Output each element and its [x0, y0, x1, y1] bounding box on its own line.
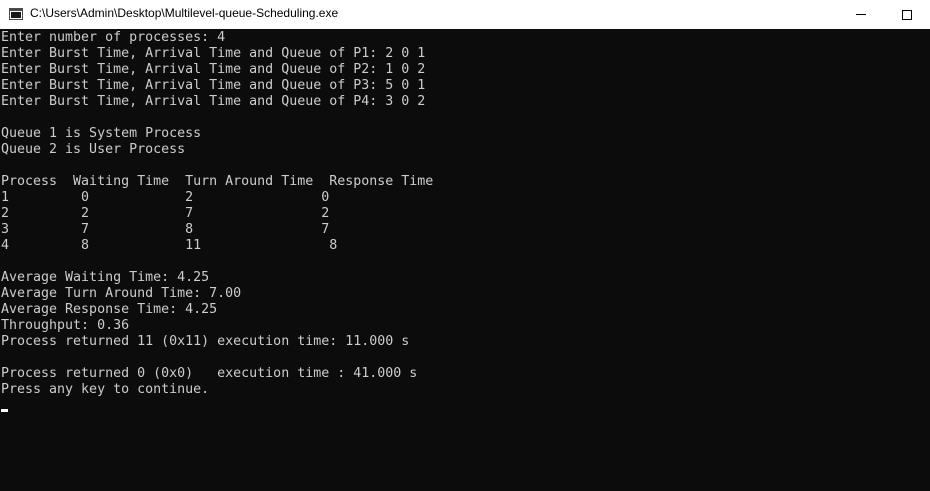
- console-line: Enter number of processes: 4: [1, 30, 226, 45]
- console-line: Throughput: 0.36: [1, 318, 130, 333]
- console-output[interactable]: Enter number of processes: 4 Enter Burst …: [0, 29, 930, 491]
- console-line: 4 8 11 8: [1, 238, 338, 253]
- console-line: Process Waiting Time Turn Around Time Re…: [1, 174, 434, 189]
- maximize-icon: [902, 9, 912, 20]
- console-line: 2 2 7 2: [1, 206, 330, 221]
- console-line: Process returned 11 (0x11) execution tim…: [1, 334, 410, 349]
- console-line: Average Waiting Time: 4.25: [1, 270, 210, 285]
- maximize-button[interactable]: [884, 0, 930, 29]
- console-line: Process returned 0 (0x0) execution time …: [1, 366, 418, 381]
- console-line: Enter Burst Time, Arrival Time and Queue…: [1, 46, 426, 61]
- window-title: C:\Users\Admin\Desktop\Multilevel-queue-…: [30, 6, 339, 20]
- console-window: C:\Users\Admin\Desktop\Multilevel-queue-…: [0, 0, 930, 491]
- minimize-button[interactable]: [838, 0, 884, 29]
- console-app-icon: [9, 8, 23, 20]
- title-bar[interactable]: C:\Users\Admin\Desktop\Multilevel-queue-…: [0, 0, 930, 29]
- console-line: Queue 2 is User Process: [1, 142, 186, 157]
- console-line: 3 7 8 7: [1, 222, 330, 237]
- console-line: Enter Burst Time, Arrival Time and Queue…: [1, 62, 426, 77]
- minimize-icon: [856, 14, 866, 15]
- console-line: Enter Burst Time, Arrival Time and Queue…: [1, 78, 426, 93]
- console-line: Average Turn Around Time: 7.00: [1, 286, 242, 301]
- console-line: 1 0 2 0: [1, 190, 330, 205]
- console-line: Press any key to continue.: [1, 382, 210, 397]
- console-line: Enter Burst Time, Arrival Time and Queue…: [1, 94, 426, 109]
- console-line: Average Response Time: 4.25: [1, 302, 218, 317]
- text-cursor: [1, 409, 8, 412]
- console-line: Queue 1 is System Process: [1, 126, 202, 141]
